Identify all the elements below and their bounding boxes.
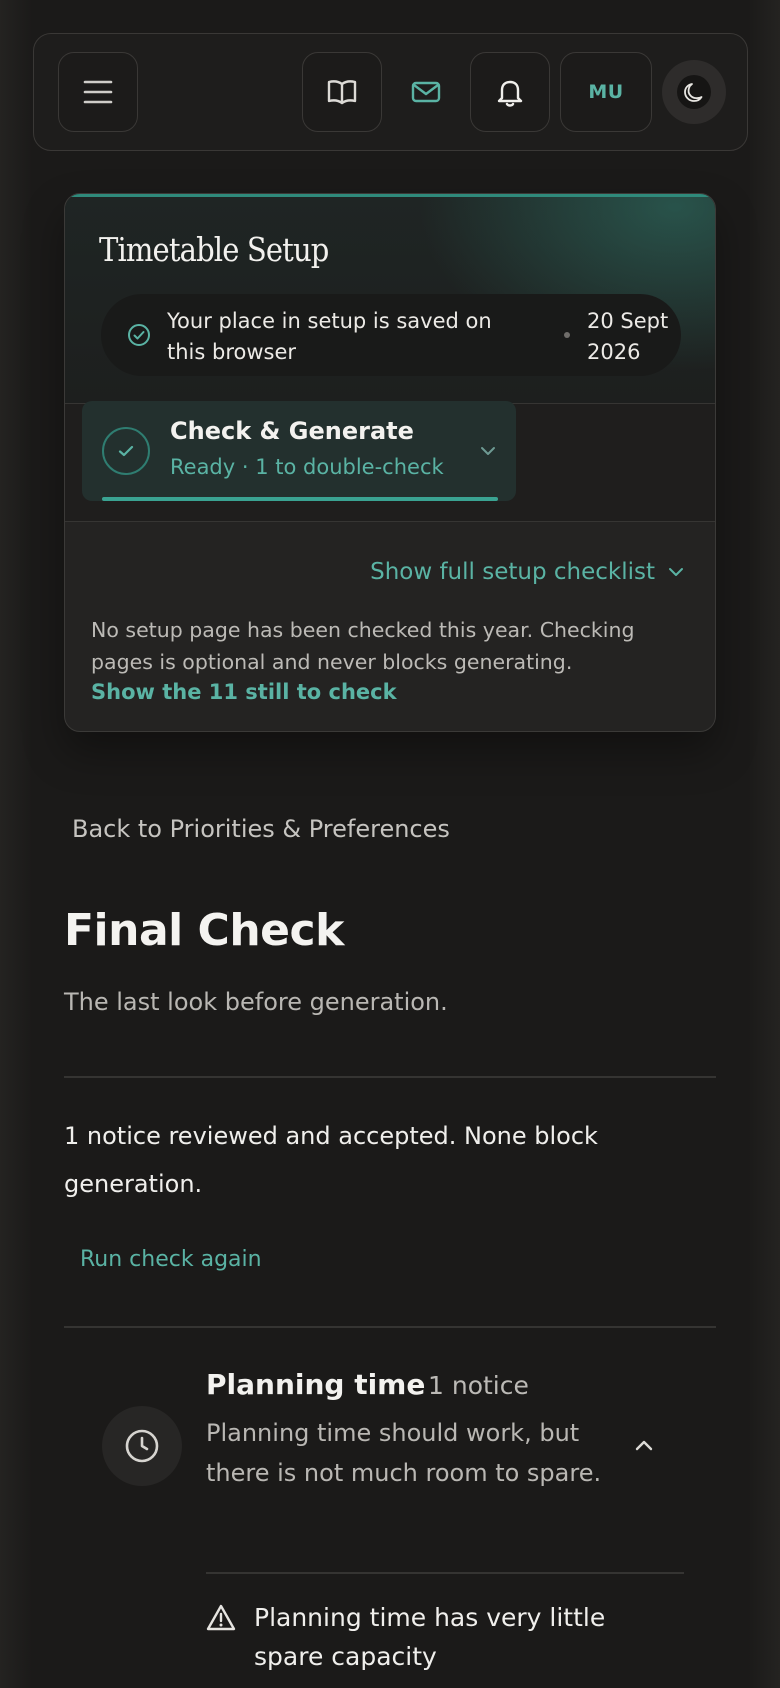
warning-icon [206, 1604, 236, 1631]
book-icon [327, 80, 357, 105]
divider [64, 1326, 716, 1328]
notice-count: 1 notice [428, 1371, 529, 1400]
user-initials: MU [588, 81, 624, 103]
show-unchecked-link[interactable]: Show the 11 still to check [91, 680, 397, 704]
page-title: Final Check [64, 905, 344, 956]
chevron-up-icon[interactable] [632, 1434, 656, 1458]
show-checklist-link[interactable]: Show full setup checklist [370, 559, 685, 585]
mail-icon [411, 81, 441, 103]
step-progress-bar [102, 497, 498, 501]
notice-title: Planning time [206, 1368, 426, 1401]
divider [64, 1076, 716, 1078]
step-status: Ready · 1 to double-check [170, 455, 444, 479]
guide-button[interactable] [302, 52, 382, 132]
check-summary: 1 notice reviewed and accepted. None blo… [64, 1122, 598, 1198]
messages-button[interactable] [392, 52, 460, 132]
step-label: Check & Generate [170, 417, 414, 445]
back-link[interactable]: Back to Priorities & Preferences [72, 815, 450, 843]
setup-title: Timetable Setup [99, 230, 329, 269]
current-step-dropdown[interactable]: Check & Generate Ready · 1 to double-che… [82, 401, 516, 501]
moon-icon [684, 83, 703, 102]
chevron-down-icon [669, 568, 683, 576]
separator-dot [564, 332, 570, 338]
top-bar: MU [33, 33, 748, 151]
run-check-again-button[interactable]: Run check again [80, 1247, 262, 1272]
step-complete-icon [102, 427, 150, 475]
bell-icon [497, 80, 523, 107]
hamburger-icon [83, 80, 113, 104]
saved-date: 20 Sept 2026 [587, 309, 669, 364]
divider [206, 1572, 684, 1574]
notifications-button[interactable] [470, 52, 550, 132]
saved-text: Your place in setup is saved on this bro… [167, 309, 492, 364]
page-subtitle: The last look before generation. [64, 988, 448, 1016]
notice-icon-badge [102, 1406, 182, 1486]
chevron-down-icon [481, 447, 495, 455]
setup-note: No setup page has been checked this year… [91, 618, 635, 674]
theme-toggle[interactable] [662, 60, 726, 124]
user-menu-button[interactable]: MU [560, 52, 652, 132]
clock-icon [125, 1429, 159, 1463]
checklist-link-label: Show full setup checklist [370, 559, 655, 585]
notice-item-text: Planning time has very little spare capa… [254, 1603, 606, 1671]
check-circle-icon [128, 324, 150, 346]
menu-button[interactable] [58, 52, 138, 132]
setup-progress-card: Timetable Setup Your place in setup is s… [64, 193, 716, 732]
notice-description: Planning time should work, but there is … [206, 1419, 602, 1487]
saved-status-pill: Your place in setup is saved on this bro… [101, 294, 681, 376]
